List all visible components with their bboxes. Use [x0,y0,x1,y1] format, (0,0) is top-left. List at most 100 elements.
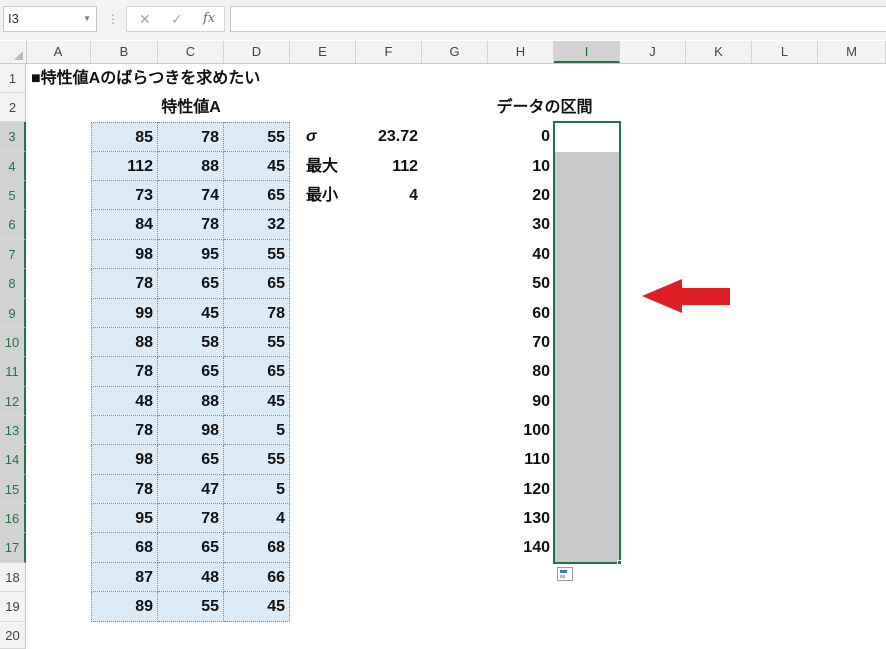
data-cell[interactable]: 78 [158,210,224,240]
data-cell[interactable]: 88 [158,387,224,416]
interval-cell[interactable]: 120 [488,475,554,504]
data-cell[interactable]: 89 [91,592,158,622]
row-header-4[interactable]: 4 [0,152,26,181]
data-cell[interactable]: 84 [91,210,158,240]
row-header-10[interactable]: 10 [0,328,26,357]
column-header-d[interactable]: D [224,41,290,63]
column-header-f[interactable]: F [356,41,422,63]
row-header-6[interactable]: 6 [0,210,26,240]
data-cell[interactable]: 55 [224,445,290,475]
data-cell[interactable]: 78 [91,269,158,299]
interval-cell[interactable]: 40 [488,240,554,269]
interval-cell[interactable]: 20 [488,181,554,210]
interval-cell[interactable]: 80 [488,357,554,387]
row-header-9[interactable]: 9 [0,299,26,328]
row-header-17[interactable]: 17 [0,533,26,563]
interval-cell[interactable]: 130 [488,504,554,533]
interval-cell[interactable]: 50 [488,269,554,299]
data-cell[interactable]: 95 [158,240,224,269]
column-header-m[interactable]: M [818,41,886,63]
data-cell[interactable]: 88 [91,328,158,357]
stat-value[interactable]: 4 [356,181,422,210]
data-cell[interactable]: 78 [224,299,290,328]
data-cell[interactable]: 65 [158,269,224,299]
row-header-15[interactable]: 15 [0,475,26,504]
data-cell[interactable]: 55 [224,328,290,357]
row-header-16[interactable]: 16 [0,504,26,533]
data-cell[interactable]: 45 [158,299,224,328]
data-cell[interactable]: 88 [158,152,224,181]
data-cell[interactable]: 45 [224,592,290,622]
data-cell[interactable]: 98 [158,416,224,445]
data-cell[interactable]: 58 [158,328,224,357]
interval-cell[interactable]: 90 [488,387,554,416]
interval-cell[interactable]: 70 [488,328,554,357]
row-header-12[interactable]: 12 [0,387,26,416]
data-cell[interactable]: 112 [91,152,158,181]
interval-cell[interactable]: 10 [488,152,554,181]
stat-value[interactable]: 23.72 [356,122,422,152]
data-cell[interactable]: 78 [91,475,158,504]
stat-label[interactable]: σ [292,122,358,152]
data-cell[interactable]: 66 [224,563,290,592]
column-header-l[interactable]: L [752,41,818,63]
data-cell[interactable]: 65 [158,445,224,475]
data-cell[interactable]: 65 [224,357,290,387]
data-cell[interactable]: 98 [91,445,158,475]
data-cell[interactable]: 4 [224,504,290,533]
data-cell[interactable]: 5 [224,416,290,445]
data-cell[interactable]: 99 [91,299,158,328]
column-header-a[interactable]: A [26,41,91,63]
name-box[interactable]: I3 ▼ [3,6,97,32]
data-cell[interactable]: 87 [91,563,158,592]
data-cell[interactable]: 85 [91,122,158,152]
formula-bar[interactable] [230,6,886,32]
column-header-c[interactable]: C [158,41,224,63]
data-cell[interactable]: 98 [91,240,158,269]
column-header-e[interactable]: E [290,41,356,63]
data-cell[interactable]: 55 [224,122,290,152]
data-cell[interactable]: 78 [91,357,158,387]
data-cell[interactable]: 47 [158,475,224,504]
stat-label[interactable]: 最小 [292,181,358,210]
column-header-g[interactable]: G [422,41,488,63]
column-header-h[interactable]: H [488,41,554,63]
data-cell[interactable]: 48 [91,387,158,416]
data-cell[interactable]: 65 [158,533,224,563]
data-cell[interactable]: 55 [224,240,290,269]
column-header-i[interactable]: I [554,41,620,63]
data-cell[interactable]: 78 [91,416,158,445]
data-cell[interactable]: 45 [224,387,290,416]
row-header-20[interactable]: 20 [0,622,26,649]
interval-cell[interactable]: 140 [488,533,554,563]
data-cell[interactable]: 48 [158,563,224,592]
data-cell[interactable]: 65 [224,269,290,299]
data-cell[interactable]: 78 [158,504,224,533]
row-header-5[interactable]: 5 [0,181,26,210]
data-cell[interactable]: 55 [158,592,224,622]
row-header-2[interactable]: 2 [0,93,26,122]
insert-function-icon[interactable]: fx [203,7,215,31]
cancel-icon[interactable]: ✕ [139,7,151,31]
interval-cell[interactable]: 30 [488,210,554,240]
interval-cell[interactable]: 0 [488,122,554,152]
data-cell[interactable]: 73 [91,181,158,210]
quick-analysis-icon[interactable] [557,567,573,581]
data-cell[interactable]: 68 [224,533,290,563]
interval-cell[interactable]: 110 [488,445,554,475]
data-cell[interactable]: 45 [224,152,290,181]
data-cell[interactable]: 68 [91,533,158,563]
column-header-j[interactable]: J [620,41,686,63]
select-all-corner[interactable] [0,41,27,63]
chevron-down-icon[interactable]: ▼ [83,7,91,31]
row-header-13[interactable]: 13 [0,416,26,445]
row-header-14[interactable]: 14 [0,445,26,475]
interval-cell[interactable]: 100 [488,416,554,445]
enter-icon[interactable]: ✓ [171,7,183,31]
row-header-1[interactable]: 1 [0,64,26,93]
data-cell[interactable]: 65 [158,357,224,387]
row-header-7[interactable]: 7 [0,240,26,269]
data-cell[interactable]: 78 [158,122,224,152]
row-header-19[interactable]: 19 [0,592,26,622]
row-header-18[interactable]: 18 [0,563,26,592]
